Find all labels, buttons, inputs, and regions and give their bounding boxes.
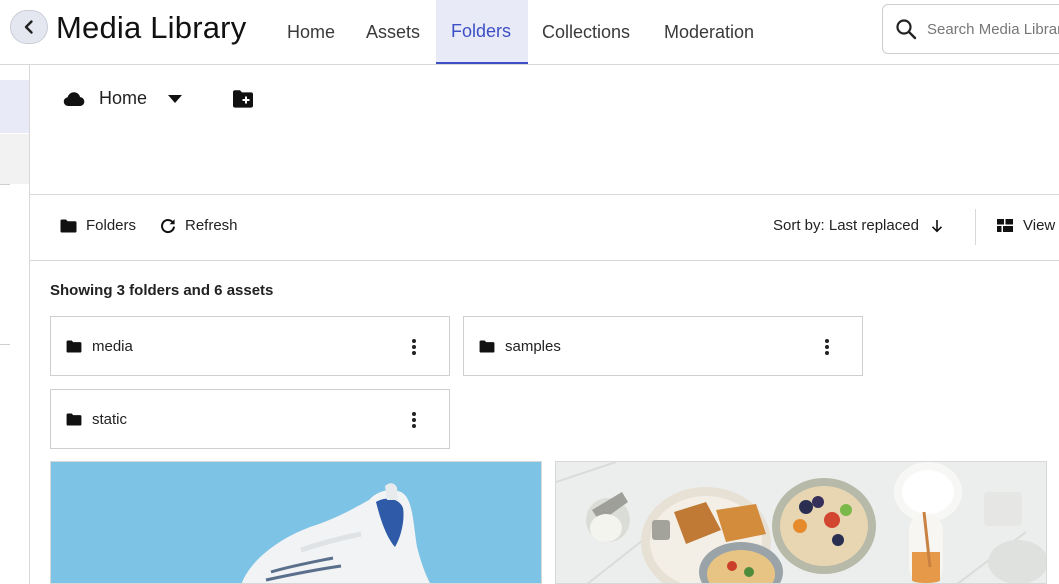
sidebar-divider (0, 344, 10, 345)
search-icon (896, 19, 917, 40)
search-input[interactable] (927, 20, 1059, 38)
chevron-left-icon (24, 20, 33, 34)
folders-toggle-label: Folders (86, 217, 137, 234)
folder-icon (66, 412, 82, 426)
more-options-icon[interactable] (409, 410, 419, 430)
sidebar-divider (0, 184, 10, 185)
arrow-down-icon (931, 219, 942, 232)
folder-card[interactable]: static (50, 389, 450, 449)
tab-home[interactable]: Home (272, 0, 350, 64)
refresh-icon (161, 218, 175, 233)
asset-card[interactable] (50, 461, 542, 584)
folder-name: static (92, 410, 128, 428)
folder-icon (479, 339, 495, 353)
refresh-label: Refresh (185, 217, 238, 234)
left-sidebar-gutter (0, 0, 30, 584)
more-options-icon[interactable] (409, 337, 419, 357)
folder-card[interactable]: media (50, 316, 450, 376)
new-folder-button[interactable] (232, 89, 254, 114)
page-title: Media Library (56, 10, 247, 45)
top-bar: Media Library Home Assets Folders Collec… (0, 0, 1059, 65)
section-divider (30, 260, 1059, 261)
collapse-sidebar-button[interactable] (10, 10, 48, 44)
sort-label: Sort by: Last replaced (773, 217, 919, 234)
location-label: Home (99, 88, 148, 108)
folder-icon (60, 219, 77, 232)
folder-card[interactable]: samples (463, 316, 863, 376)
folders-toggle-button[interactable]: Folders (60, 217, 136, 234)
more-options-icon[interactable] (822, 337, 832, 357)
folder-plus-icon (233, 90, 253, 108)
section-divider (30, 194, 1059, 195)
folder-icon (66, 339, 82, 353)
view-button[interactable]: View (997, 217, 1055, 234)
tab-folders[interactable]: Folders (436, 0, 528, 64)
caret-down-icon[interactable] (167, 94, 183, 104)
sneaker-thumbnail (51, 462, 541, 583)
results-summary: Showing 3 folders and 6 assets (50, 282, 274, 299)
location-selector[interactable]: Home (63, 88, 183, 109)
view-label: View (1023, 217, 1056, 234)
asset-card[interactable] (555, 461, 1047, 584)
tab-moderation[interactable]: Moderation (649, 0, 769, 64)
refresh-button[interactable]: Refresh (160, 217, 238, 234)
tab-collections[interactable]: Collections (527, 0, 645, 64)
sort-button[interactable]: Sort by: Last replaced (773, 217, 943, 234)
breakfast-thumbnail (556, 462, 1046, 583)
search-box[interactable] (882, 4, 1059, 54)
sidebar-item-active[interactable] (0, 80, 29, 133)
toolbar-separator (975, 209, 976, 245)
view-grid-icon (997, 219, 1013, 232)
folder-name: media (92, 337, 133, 355)
tab-assets[interactable]: Assets (351, 0, 435, 64)
folder-name: samples (505, 337, 561, 355)
sidebar-item[interactable] (0, 134, 29, 184)
cloud-icon (63, 91, 85, 106)
